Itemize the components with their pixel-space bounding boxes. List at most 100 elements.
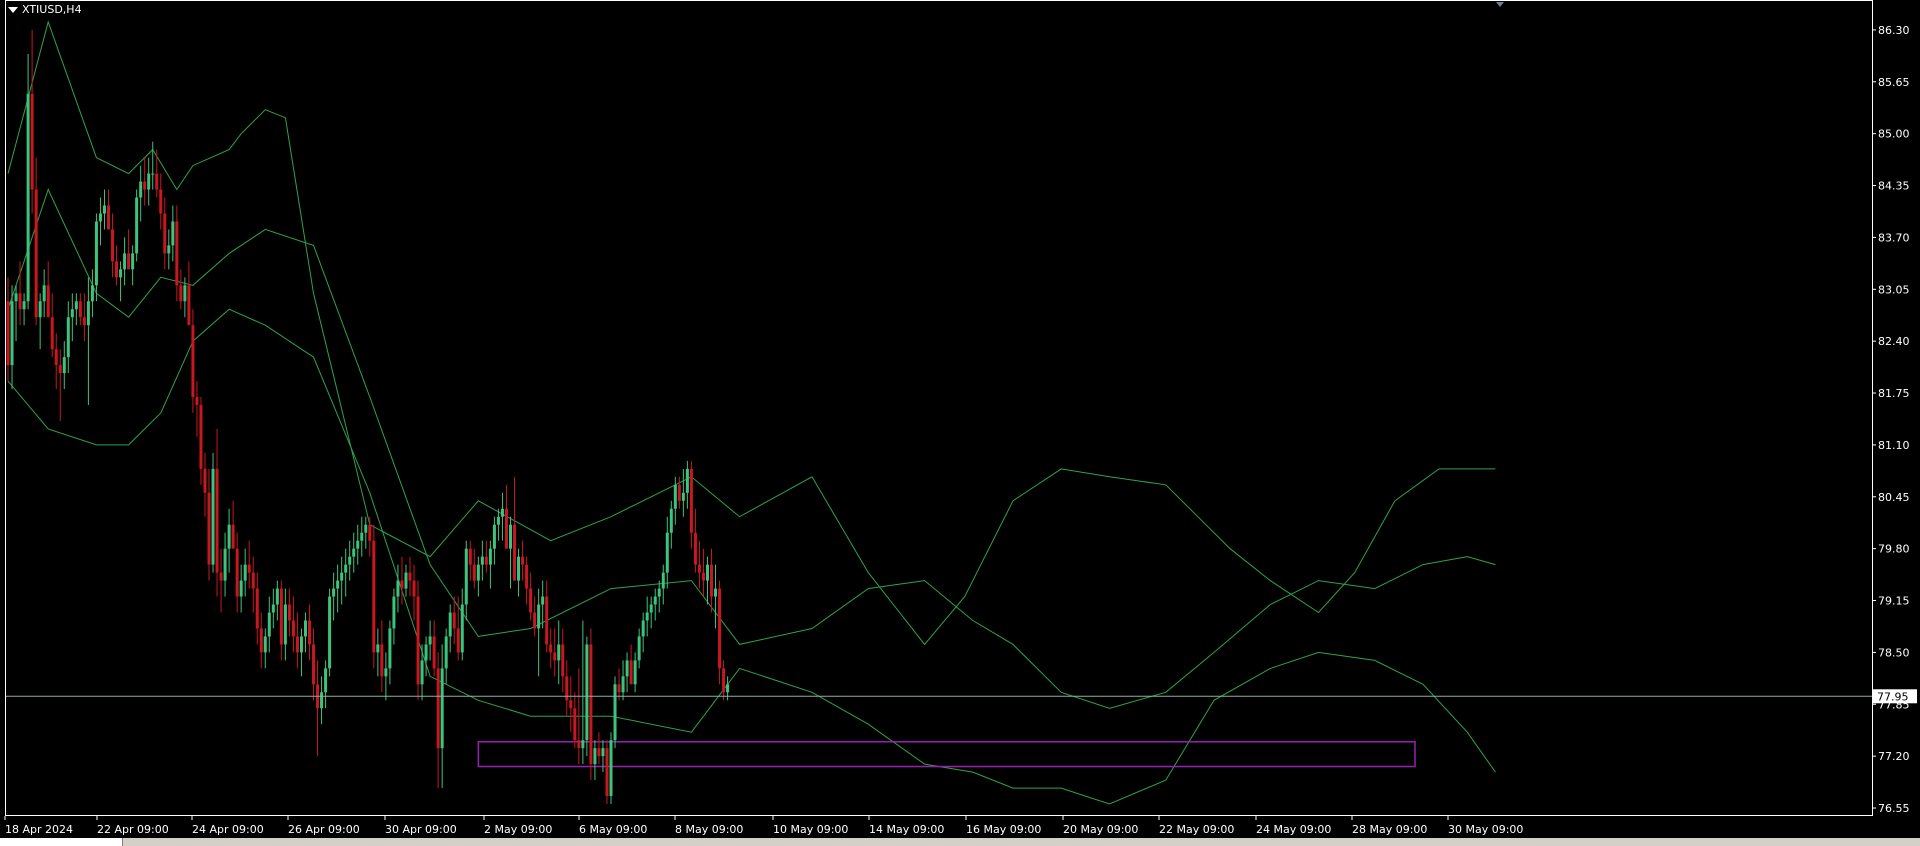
candle-body bbox=[207, 492, 211, 565]
candle-body bbox=[685, 468, 689, 493]
candle-body bbox=[332, 588, 336, 597]
candle-body bbox=[227, 524, 231, 549]
price-tick-label: 83.70 bbox=[1878, 231, 1910, 244]
candle-body bbox=[251, 572, 255, 589]
price-tick-label: 79.15 bbox=[1878, 595, 1910, 608]
candle-body bbox=[78, 301, 82, 318]
candle-body bbox=[303, 620, 307, 637]
candle bbox=[416, 580, 420, 701]
candle-body bbox=[167, 245, 171, 254]
candle-body bbox=[722, 668, 726, 693]
candle-body bbox=[617, 684, 621, 693]
candle-body bbox=[697, 564, 701, 573]
candle-body bbox=[86, 301, 90, 326]
candle-body bbox=[263, 636, 267, 653]
time-tick-label: 2 May 09:00 bbox=[484, 823, 552, 836]
chart-canvas[interactable]: 86.30 85.65 85.00 84.35 83.70 83.05 82.40 81.75… bbox=[0, 0, 1920, 846]
candle-body bbox=[701, 572, 705, 581]
candle-body bbox=[392, 596, 396, 629]
candle-body bbox=[372, 540, 376, 653]
candle-body bbox=[613, 684, 617, 741]
price-chart[interactable]: 86.30 85.65 85.00 84.35 83.70 83.05 82.40 81.75… bbox=[0, 0, 1920, 846]
candle-body bbox=[352, 548, 356, 557]
chart-tab-active[interactable] bbox=[0, 838, 123, 846]
candle-body bbox=[287, 604, 291, 621]
candle-body bbox=[689, 468, 693, 533]
time-tick-label: 24 Apr 09:00 bbox=[192, 823, 264, 836]
candle-body bbox=[444, 636, 448, 669]
candle-body bbox=[291, 620, 295, 637]
candle-body bbox=[573, 708, 577, 741]
price-tick-label: 84.35 bbox=[1878, 180, 1910, 193]
candle-body bbox=[533, 612, 537, 629]
candle-body bbox=[484, 556, 488, 565]
candle-body bbox=[364, 524, 368, 533]
time-tick-label: 22 May 09:00 bbox=[1159, 823, 1234, 836]
candle-body bbox=[30, 93, 34, 190]
time-tick-label: 14 May 09:00 bbox=[869, 823, 944, 836]
price-tick-label: 81.75 bbox=[1878, 387, 1910, 400]
candle-body bbox=[38, 301, 42, 318]
time-tick-label: 10 May 09:00 bbox=[773, 823, 848, 836]
candle-body bbox=[625, 660, 629, 677]
candle-body bbox=[54, 349, 58, 366]
candle-body bbox=[219, 572, 223, 581]
candle-body bbox=[62, 357, 66, 374]
candle-body bbox=[529, 588, 533, 613]
candle-body bbox=[199, 405, 203, 469]
candle-body bbox=[368, 524, 372, 541]
candle-body bbox=[6, 301, 10, 366]
candle-body bbox=[705, 564, 709, 581]
candle-body bbox=[521, 556, 525, 565]
candle-body bbox=[191, 325, 195, 398]
candle-body bbox=[203, 468, 207, 493]
candle-body bbox=[424, 644, 428, 661]
candle-body bbox=[279, 588, 283, 645]
candle bbox=[589, 628, 593, 781]
price-tick-label: 78.50 bbox=[1878, 646, 1910, 659]
candle-body bbox=[18, 293, 22, 310]
candle-body bbox=[653, 596, 657, 605]
candle-body bbox=[633, 660, 637, 685]
candle-body bbox=[295, 636, 299, 653]
candle-body bbox=[468, 548, 472, 565]
candle-body bbox=[726, 684, 730, 693]
candle-body bbox=[344, 564, 348, 573]
candle-body bbox=[324, 668, 328, 693]
candle-body bbox=[718, 588, 722, 669]
candle-body bbox=[589, 644, 593, 765]
candle-body bbox=[223, 548, 227, 581]
candle-body bbox=[239, 580, 243, 597]
candle-body bbox=[472, 564, 476, 581]
candle-body bbox=[561, 644, 565, 677]
candle-body bbox=[235, 548, 239, 597]
candle-body bbox=[94, 221, 98, 286]
candle-body bbox=[541, 596, 545, 605]
price-tick-label: 80.45 bbox=[1878, 491, 1910, 504]
candle-body bbox=[581, 740, 585, 749]
time-tick-label: 22 Apr 09:00 bbox=[97, 823, 169, 836]
candle-body bbox=[340, 572, 344, 581]
candle-body bbox=[496, 516, 500, 525]
candle-body bbox=[629, 660, 633, 685]
candle-body bbox=[271, 604, 275, 613]
time-tick-label: 24 May 09:00 bbox=[1256, 823, 1331, 836]
current-price-label: 77.95 bbox=[1877, 690, 1909, 703]
candle-body bbox=[147, 173, 151, 190]
candle-body bbox=[336, 580, 340, 589]
candle-body bbox=[275, 588, 279, 605]
symbol-title[interactable]: XTIUSD,H4 bbox=[8, 3, 82, 16]
time-tick-label: 18 Apr 2024 bbox=[5, 823, 73, 836]
candle-body bbox=[504, 508, 508, 549]
candle-body bbox=[525, 564, 529, 589]
candle-body bbox=[549, 644, 553, 653]
candle-body bbox=[348, 556, 352, 565]
time-tick-label: 30 Apr 09:00 bbox=[385, 823, 457, 836]
time-tick-label: 28 May 09:00 bbox=[1352, 823, 1427, 836]
dropdown-caret-icon[interactable] bbox=[8, 6, 18, 13]
candle-body bbox=[34, 189, 38, 318]
price-tick-label: 85.00 bbox=[1878, 128, 1910, 141]
chart-tab-strip[interactable] bbox=[230, 838, 1920, 846]
candle-body bbox=[577, 740, 581, 749]
candle-body bbox=[645, 612, 649, 621]
